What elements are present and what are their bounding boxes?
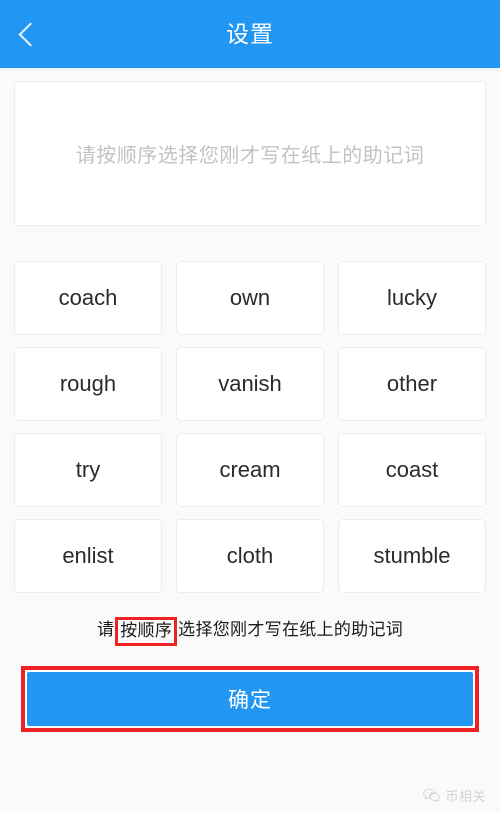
word-tile[interactable]: try: [14, 433, 162, 507]
confirm-button[interactable]: 确定: [27, 671, 473, 726]
hint-prefix: 请: [96, 620, 115, 639]
back-button[interactable]: [0, 0, 56, 68]
instruction-hint: 请按顺序 选择您刚才写在纸上的助记词: [0, 615, 500, 646]
word-tile[interactable]: stumble: [338, 519, 486, 593]
word-choice-grid: coach own lucky rough vanish other try c…: [14, 261, 486, 593]
word-tile[interactable]: enlist: [14, 519, 162, 593]
page-title: 设置: [226, 21, 274, 47]
selected-mnemonic-placeholder: 请按顺序选择您刚才写在纸上的助记词: [75, 145, 425, 167]
word-tile[interactable]: lucky: [338, 261, 486, 335]
hint-suffix: 选择您刚才写在纸上的助记词: [178, 620, 404, 639]
watermark-text: 币相关: [445, 789, 486, 804]
confirm-button-annotation: 确定: [21, 665, 479, 732]
word-tile[interactable]: cloth: [176, 519, 324, 593]
app-header: 设置: [0, 0, 500, 68]
selected-mnemonic-box[interactable]: 请按顺序选择您刚才写在纸上的助记词: [14, 81, 486, 226]
wechat-icon: [423, 788, 441, 803]
word-tile[interactable]: rough: [14, 347, 162, 421]
watermark: 币相关: [423, 786, 486, 805]
word-tile[interactable]: coach: [14, 261, 162, 335]
chevron-left-icon: [18, 21, 43, 47]
hint-highlight-annotation: 按顺序: [115, 617, 178, 646]
header-divider: [0, 68, 500, 71]
word-tile[interactable]: other: [338, 347, 486, 421]
word-tile[interactable]: vanish: [176, 347, 324, 421]
word-tile[interactable]: own: [176, 261, 324, 335]
word-tile[interactable]: cream: [176, 433, 324, 507]
word-tile[interactable]: coast: [338, 433, 486, 507]
